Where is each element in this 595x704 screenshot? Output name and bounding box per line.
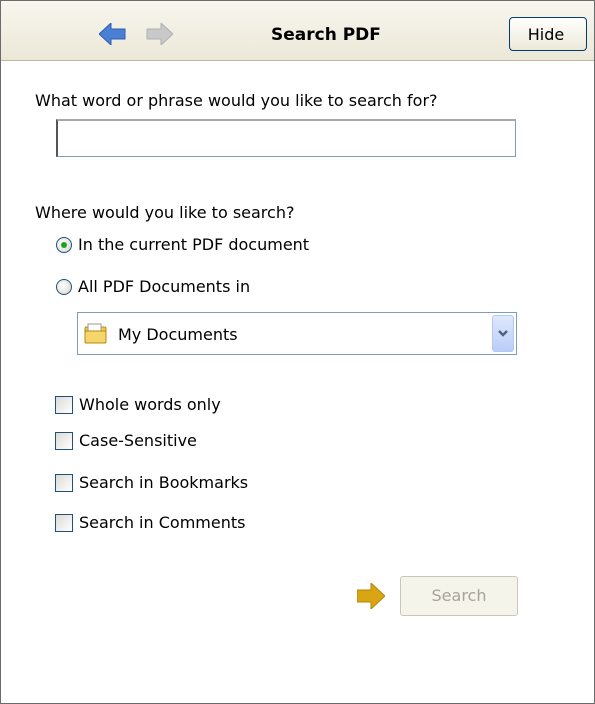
option-search-bookmarks[interactable]: Search in Bookmarks xyxy=(55,473,248,492)
search-button[interactable]: Search xyxy=(400,576,518,616)
option-case-sensitive[interactable]: Case-Sensitive xyxy=(55,431,197,450)
location-dropdown[interactable]: My Documents xyxy=(77,312,517,355)
search-arrow-icon xyxy=(357,583,385,609)
option-label: Search in Bookmarks xyxy=(79,473,249,492)
hide-button[interactable]: Hide xyxy=(509,17,587,51)
radio-all-documents[interactable]: All PDF Documents in xyxy=(56,277,250,296)
panel-title: Search PDF xyxy=(271,25,381,45)
checkbox[interactable] xyxy=(55,395,73,414)
back-arrow-icon[interactable] xyxy=(99,23,127,45)
radio-button-selected[interactable] xyxy=(56,236,72,253)
radio-current-document[interactable]: In the current PDF document xyxy=(56,235,309,254)
radio-current-document-label: In the current PDF document xyxy=(78,235,310,254)
chevron-down-icon xyxy=(498,330,508,337)
checkbox[interactable] xyxy=(55,473,73,492)
folder-icon xyxy=(84,323,107,344)
option-label: Whole words only xyxy=(79,395,221,414)
radio-all-documents-label: All PDF Documents in xyxy=(78,277,251,296)
option-label: Search in Comments xyxy=(79,513,246,532)
dropdown-arrow-button[interactable] xyxy=(492,315,514,352)
location-value: My Documents xyxy=(118,325,238,344)
search-pdf-panel: Search PDF Hide What word or phrase woul… xyxy=(0,0,595,704)
option-label: Case-Sensitive xyxy=(79,431,197,450)
forward-arrow-icon[interactable] xyxy=(145,23,173,45)
checkbox[interactable] xyxy=(55,431,73,450)
option-search-comments[interactable]: Search in Comments xyxy=(55,513,245,532)
radio-button[interactable] xyxy=(56,278,72,295)
scope-prompt: Where would you like to search? xyxy=(35,203,295,222)
search-phrase-input[interactable] xyxy=(56,119,516,157)
option-whole-words[interactable]: Whole words only xyxy=(55,395,221,414)
checkbox[interactable] xyxy=(55,513,73,532)
panel-header: Search PDF Hide xyxy=(1,1,594,61)
query-prompt: What word or phrase would you like to se… xyxy=(35,91,438,110)
